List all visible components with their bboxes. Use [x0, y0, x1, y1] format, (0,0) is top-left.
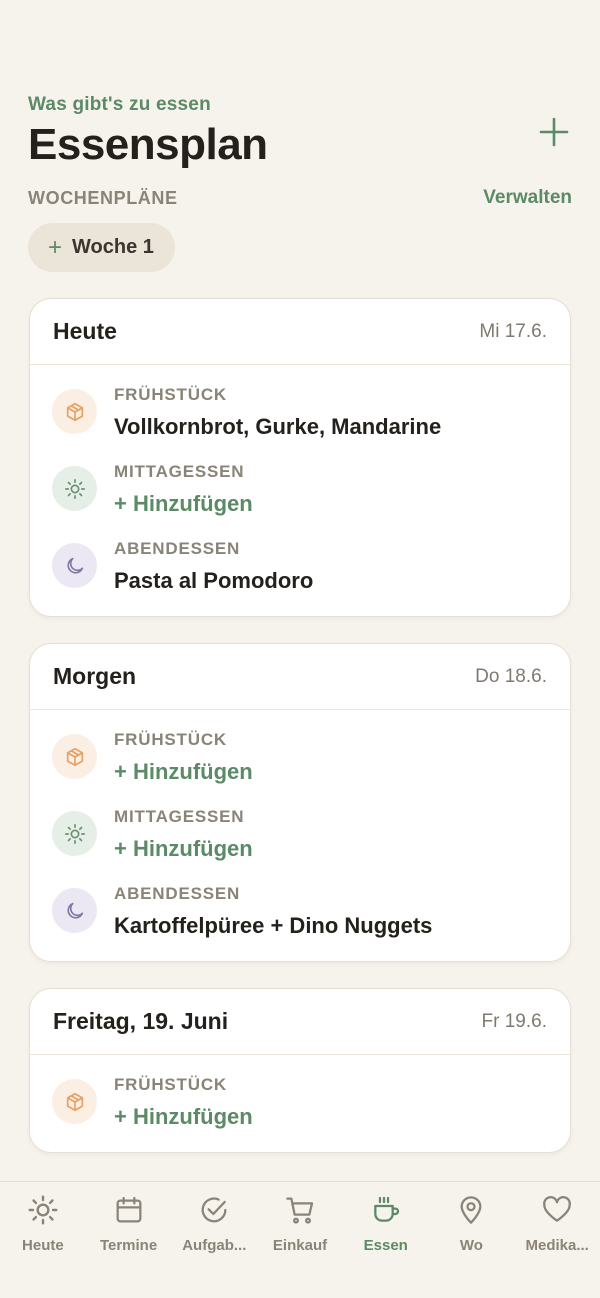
tab-calendar[interactable]: Termine [86, 1194, 172, 1298]
meal-text: ABENDESSEN Pasta al Pomodoro [114, 539, 313, 594]
meal-row-breakfast[interactable]: FRÜHSTÜCK + Hinzufügen [52, 1075, 548, 1130]
day-header: Freitag, 19. Juni Fr 19.6. [30, 989, 570, 1055]
tab-cart[interactable]: Einkauf [257, 1194, 343, 1298]
meal-list: FRÜHSTÜCK + Hinzufügen MITTAGESSEN + Hin… [30, 710, 570, 961]
weekplans-row: WOCHENPLÄNE Verwalten [28, 187, 572, 209]
day-name: Morgen [53, 663, 137, 689]
plus-icon: + [48, 233, 63, 261]
tab-sun[interactable]: Heute [0, 1194, 86, 1298]
tab-label: Aufgab... [182, 1237, 247, 1254]
manage-link[interactable]: Verwalten [483, 187, 572, 209]
box-icon [52, 734, 97, 779]
meal-text: FRÜHSTÜCK + Hinzufügen [114, 1075, 253, 1130]
box-icon [52, 1079, 97, 1124]
meal-text: FRÜHSTÜCK Vollkornbrot, Gurke, Mandarine [114, 385, 441, 440]
meal-row-breakfast[interactable]: FRÜHSTÜCK + Hinzufügen [52, 730, 548, 785]
day-card: Morgen Do 18.6. FRÜHSTÜCK + Hinzufügen M… [29, 643, 571, 962]
header: Was gibt's zu essen Essensplan [28, 94, 572, 170]
meal-text: ABENDESSEN Kartoffelpüree + Dino Nuggets [114, 884, 432, 939]
tab-label: Wo [459, 1237, 483, 1254]
week-chip[interactable]: + Woche 1 [28, 223, 175, 272]
meal-name: Kartoffelpüree + Dino Nuggets [114, 913, 433, 938]
meal-name: Pasta al Pomodoro [114, 568, 314, 593]
meal-type-label: ABENDESSEN [114, 539, 241, 558]
meal-type-label: MITTAGESSEN [114, 462, 245, 481]
meal-type-label: FRÜHSTÜCK [114, 730, 227, 749]
tab-map-pin[interactable]: Wo [429, 1194, 515, 1298]
box-icon [52, 389, 97, 434]
check-circle-icon [198, 1194, 230, 1231]
meal-type-label: ABENDESSEN [114, 884, 241, 903]
sun-icon [52, 811, 97, 856]
meal-name: Vollkornbrot, Gurke, Mandarine [114, 414, 442, 439]
tab-label: Essen [363, 1237, 408, 1254]
weekplans-label: WOCHENPLÄNE [28, 187, 178, 208]
day-card: Heute Mi 17.6. FRÜHSTÜCK Vollkornbrot, G… [29, 298, 571, 617]
meal-list: FRÜHSTÜCK + Hinzufügen [30, 1055, 570, 1152]
add-meal-button[interactable]: + Hinzufügen [114, 1104, 253, 1130]
coffee-cup-icon [370, 1194, 402, 1231]
meal-type-label: MITTAGESSEN [114, 807, 245, 826]
add-meal-button[interactable]: + Hinzufügen [114, 491, 253, 517]
moon-icon [52, 888, 97, 933]
meal-text: FRÜHSTÜCK + Hinzufügen [114, 730, 253, 785]
day-name: Heute [53, 318, 117, 344]
tab-check-circle[interactable]: Aufgab... [171, 1194, 257, 1298]
tab-label: Einkauf [272, 1237, 328, 1254]
meal-row-lunch[interactable]: MITTAGESSEN + Hinzufügen [52, 462, 548, 517]
day-header: Heute Mi 17.6. [30, 299, 570, 365]
meal-row-lunch[interactable]: MITTAGESSEN + Hinzufügen [52, 807, 548, 862]
calendar-icon [113, 1194, 145, 1231]
day-date: Mi 17.6. [479, 320, 547, 342]
add-meal-button[interactable]: + Hinzufügen [114, 836, 253, 862]
day-name: Freitag, 19. Juni [53, 1008, 229, 1034]
add-meal-button[interactable]: + Hinzufügen [114, 759, 253, 785]
meal-type-label: FRÜHSTÜCK [114, 385, 227, 404]
meal-row-breakfast[interactable]: FRÜHSTÜCK Vollkornbrot, Gurke, Mandarine [52, 385, 548, 440]
tab-label: Heute [22, 1237, 64, 1254]
tab-heart[interactable]: Medika... [514, 1194, 600, 1298]
meal-list: FRÜHSTÜCK Vollkornbrot, Gurke, Mandarine… [30, 365, 570, 616]
tab-coffee-cup[interactable]: Essen [343, 1194, 429, 1298]
page-kicker: Was gibt's zu essen [28, 94, 211, 115]
tab-bar: Heute Termine Aufgab... Einkauf Essen Wo… [0, 1181, 600, 1298]
meal-row-dinner[interactable]: ABENDESSEN Pasta al Pomodoro [52, 539, 548, 594]
day-date: Fr 19.6. [481, 1010, 547, 1032]
cart-icon [284, 1194, 316, 1231]
week-chip-label: Woche 1 [72, 236, 154, 258]
sun-icon [52, 466, 97, 511]
day-card: Freitag, 19. Juni Fr 19.6. FRÜHSTÜCK + H… [29, 988, 571, 1153]
meal-text: MITTAGESSEN + Hinzufügen [114, 462, 253, 517]
meal-type-label: FRÜHSTÜCK [114, 1075, 227, 1094]
tab-label: Medika... [525, 1237, 589, 1254]
meal-text: MITTAGESSEN + Hinzufügen [114, 807, 253, 862]
day-date: Do 18.6. [475, 665, 547, 687]
page-title: Essensplan [28, 120, 268, 169]
sun-icon [27, 1194, 59, 1231]
moon-icon [52, 543, 97, 588]
tab-label: Termine [99, 1237, 158, 1254]
plus-icon [539, 117, 569, 147]
heart-icon [541, 1194, 573, 1231]
map-pin-icon [455, 1194, 487, 1231]
day-list[interactable]: Heute Mi 17.6. FRÜHSTÜCK Vollkornbrot, G… [0, 296, 600, 1181]
day-header: Morgen Do 18.6. [30, 644, 570, 710]
add-button[interactable] [536, 114, 572, 150]
meal-row-dinner[interactable]: ABENDESSEN Kartoffelpüree + Dino Nuggets [52, 884, 548, 939]
